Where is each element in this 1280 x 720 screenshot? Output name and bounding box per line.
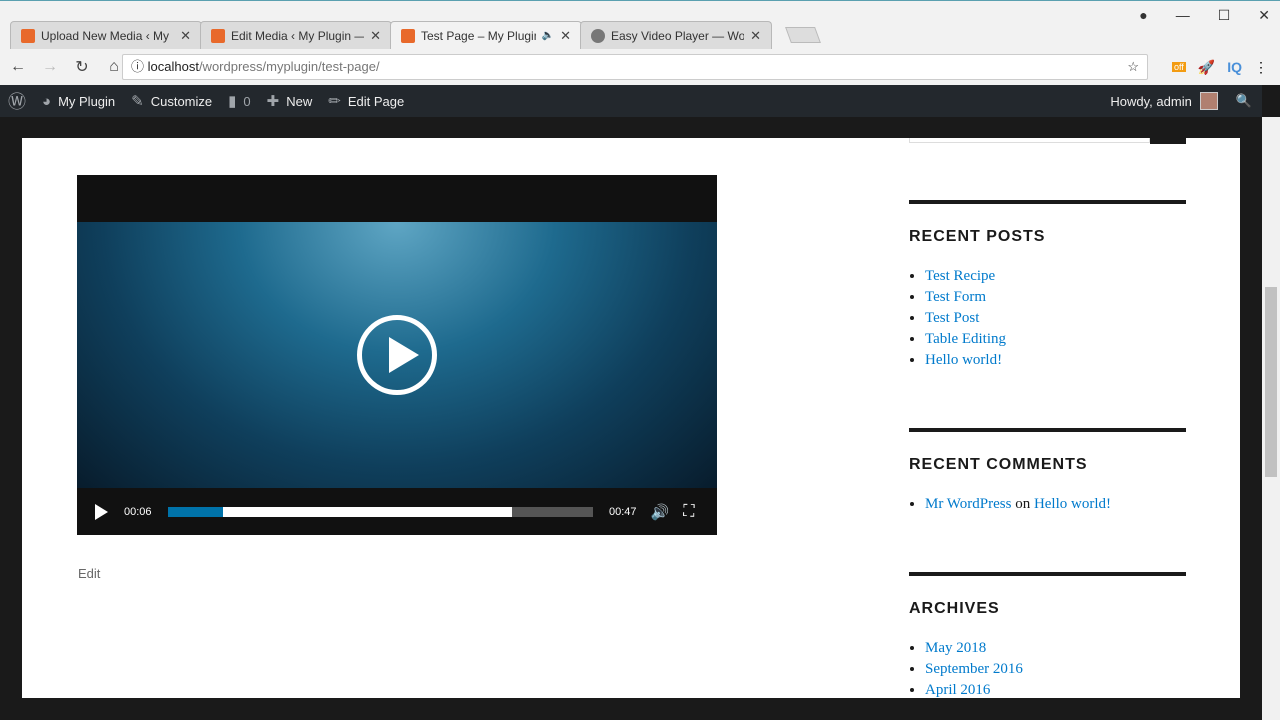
post-link[interactable]: Hello world! [925,352,1002,368]
comment-post-link[interactable]: Hello world! [1034,496,1111,512]
video-frame[interactable] [77,222,717,488]
comments[interactable]: ▮ 0 [220,85,259,117]
xampp-icon [401,28,415,43]
tab-easy-video-player[interactable]: Easy Video Player — Wo ✕ [580,21,772,49]
comment-author-link[interactable]: Mr WordPress [925,496,1011,512]
close-window-button[interactable]: ✕ [1258,7,1270,24]
dashboard-icon: ◕ [42,92,52,110]
wp-admin-bar: Ⓦ ◕ My Plugin ✎ Customize ▮ 0 ✚ New ✏ Edit Pa… [0,85,1262,117]
close-icon[interactable]: ✕ [370,28,381,44]
archive-link[interactable]: April 2016 [925,682,990,698]
search-button[interactable] [1150,138,1186,144]
maximize-button[interactable]: ☐ [1218,7,1231,24]
info-icon: ⓘ [131,59,148,74]
new-tab-button[interactable] [785,27,821,43]
extensions: off 🚀 IQ ⋮ [1171,51,1280,83]
minimize-button[interactable]: — [1176,7,1190,24]
reload-icon[interactable]: ↻ [68,57,96,77]
my-account[interactable]: Howdy, admin [1110,94,1191,109]
on-text: on [1015,496,1031,512]
search-input[interactable] [909,138,1150,143]
comment-icon: ▮ [228,93,237,110]
played-bar [168,506,224,517]
star-icon[interactable]: ☆ [1127,55,1139,79]
duration: 00:47 [609,505,637,518]
menu-icon[interactable]: ⋮ [1254,59,1268,76]
archive-link[interactable]: September 2016 [925,661,1023,677]
wp-logo[interactable]: Ⓦ [0,85,34,117]
rocket-extension-icon[interactable]: 🚀 [1198,59,1215,76]
edit-page[interactable]: ✏ Edit Page [320,85,412,117]
archive-link[interactable]: May 2018 [925,640,986,656]
play-icon[interactable] [95,503,108,520]
pencil-icon: ✏ [328,93,341,110]
play-overlay-button[interactable] [357,315,437,395]
brush-icon: ✎ [131,93,144,110]
profile-icon[interactable]: ● [1139,7,1147,24]
address-bar[interactable]: ⓘ localhost/wordpress/myplugin/test-page… [122,54,1148,80]
post-link[interactable]: Test Form [925,289,986,305]
post-link[interactable]: Test Post [925,310,979,326]
new-content[interactable]: ✚ New [259,85,321,117]
close-icon[interactable]: ✕ [750,28,761,44]
back-icon[interactable]: ← [4,58,32,76]
tab-test-page[interactable]: Test Page – My Plugin 🔈 ✕ [390,21,582,49]
recent-comments-widget: RECENT COMMENTS Mr WordPress on Hello wo… [909,428,1186,515]
fullscreen-icon[interactable]: ⛶ [683,503,694,521]
plus-icon: ✚ [266,93,280,110]
close-icon[interactable]: ✕ [560,28,571,44]
iq-extension-icon[interactable]: IQ [1227,59,1242,75]
volume-icon[interactable]: 🔊 [651,503,670,521]
xampp-icon [211,28,225,43]
tab-strip: Upload New Media ‹ My ✕ Edit Media ‹ My P… [10,21,821,49]
forward-icon[interactable]: → [36,58,64,76]
xampp-icon [21,28,35,43]
search-icon[interactable]: 🔍 [1236,93,1252,109]
widget-title: ARCHIVES [909,600,1000,617]
page-content: 00:06 00:47 🔊 ⛶ Edit RECENT POSTS Test R… [22,138,1240,698]
toolbar: ← → ↻ ⌂ ⓘ localhost/wordpress/myplugin/t… [0,51,1280,83]
video-controls: 00:06 00:47 🔊 ⛶ [77,488,717,535]
close-icon[interactable]: ✕ [180,28,191,44]
wordpress-icon: Ⓦ [8,92,26,112]
archives-widget: ARCHIVES May 2018 September 2016 April 2… [909,572,1186,698]
audio-icon[interactable]: 🔈 [542,30,554,41]
current-time: 00:06 [124,505,152,518]
browser-chrome: Upload New Media ‹ My ✕ Edit Media ‹ My P… [0,0,1280,85]
progress-slider[interactable] [168,506,593,517]
post-link[interactable]: Test Recipe [925,268,995,284]
customize[interactable]: ✎ Customize [123,85,220,117]
post-link[interactable]: Table Editing [925,331,1006,347]
window-controls: ● — ☐ ✕ [1139,7,1270,24]
wordpress-icon [591,28,605,43]
edit-link[interactable]: Edit [78,566,100,581]
site-name[interactable]: ◕ My Plugin [34,85,123,117]
extension-off-icon[interactable]: off [1171,62,1186,72]
recent-posts-widget: RECENT POSTS Test Recipe Test Form Test … [909,200,1186,371]
scrollbar-thumb[interactable] [1265,287,1277,477]
scrollbar[interactable] [1262,117,1280,720]
tab-upload-media[interactable]: Upload New Media ‹ My ✕ [10,21,202,49]
avatar[interactable] [1199,92,1218,110]
widget-title: RECENT POSTS [909,228,1046,245]
tab-edit-media[interactable]: Edit Media ‹ My Plugin — ✕ [200,21,392,49]
widget-title: RECENT COMMENTS [909,456,1088,473]
video-player[interactable]: 00:06 00:47 🔊 ⛶ [77,175,717,535]
